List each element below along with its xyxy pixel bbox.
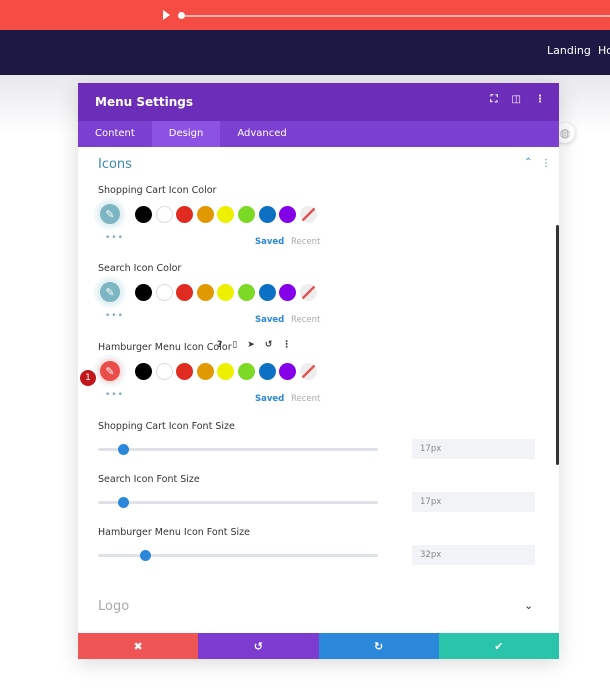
options-icon[interactable]: ⋮ [282,340,291,350]
color-swatch[interactable] [155,283,173,301]
tab-content[interactable]: Content [78,121,152,147]
recent-tab[interactable]: Recent [291,315,320,325]
expand-icon[interactable]: ⌄ [524,599,533,612]
no-color-swatch[interactable] [299,205,317,223]
slider-label: Shopping Cart Icon Font Size [98,421,235,432]
color-swatch[interactable] [279,362,297,380]
more-colors-icon[interactable]: ••• [105,233,124,243]
tab-advanced[interactable]: Advanced [220,121,303,147]
panel-header: Menu Settings ⛶ ◫ ⋮ [78,83,559,121]
progress-track[interactable] [185,15,610,17]
panel-body: Icons ⌃ ⋮ Logo ⌄ Shopping Cart Icon Colo… [78,147,559,633]
split-view-icon[interactable]: ◫ [512,94,521,105]
color-swatch[interactable] [196,205,214,223]
more-icon[interactable]: ⋮ [535,94,545,105]
slider-handle[interactable] [117,444,129,455]
saved-tab[interactable]: Saved [255,394,284,404]
nav-home[interactable]: Ho [598,44,610,57]
scrollbar[interactable] [556,225,559,465]
panel-footer: ✖ ↺ ↻ ✔ [78,633,559,659]
redo-button[interactable]: ↻ [318,633,439,659]
font-size-input[interactable]: 17px [412,492,535,512]
color-swatch[interactable] [196,283,214,301]
nav-landing[interactable]: Landing [547,44,591,57]
color-field-label: Shopping Cart Icon Color [98,185,217,196]
undo-button[interactable]: ↺ [198,633,319,659]
saved-tab[interactable]: Saved [255,237,284,247]
color-field-label: Hamburger Menu Icon Color [98,342,232,353]
color-swatch[interactable] [258,283,276,301]
section-more-icon[interactable]: ⋮ [541,158,551,169]
color-swatch[interactable] [155,205,173,223]
slider-handle[interactable] [139,550,151,561]
color-swatch[interactable] [258,205,276,223]
color-swatch[interactable] [217,283,235,301]
eyedropper-icon[interactable]: ✎ [97,201,123,227]
color-swatch[interactable] [279,283,297,301]
color-swatch[interactable] [237,283,255,301]
font-size-slider[interactable] [98,444,378,455]
color-picker-row: ✎ [97,358,320,384]
color-swatch[interactable] [279,205,297,223]
eyedropper-icon[interactable]: ✎ [97,279,123,305]
color-swatch[interactable] [176,362,194,380]
fullscreen-icon[interactable]: ⛶ [491,94,498,105]
slider-label: Hamburger Menu Icon Font Size [98,527,250,538]
color-swatch[interactable] [176,205,194,223]
no-color-swatch[interactable] [299,362,317,380]
font-size-input[interactable]: 32px [412,545,535,565]
color-swatch[interactable] [258,362,276,380]
more-colors-icon[interactable]: ••• [105,390,124,400]
tab-bar: Content Design Advanced [78,121,559,147]
color-swatch[interactable] [217,205,235,223]
step-badge: 1 [80,370,96,386]
help-icon[interactable]: ? [217,340,222,350]
font-size-slider[interactable] [98,497,378,508]
no-color-swatch[interactable] [299,283,317,301]
color-swatch[interactable] [217,362,235,380]
progress-handle[interactable] [178,12,185,19]
color-swatch[interactable] [135,362,152,380]
save-button[interactable]: ✔ [438,633,559,659]
section-icons-title[interactable]: Icons [98,157,132,172]
slider-handle[interactable] [117,497,129,508]
color-swatch[interactable] [237,362,255,380]
play-icon[interactable] [163,10,170,20]
more-colors-icon[interactable]: ••• [105,311,124,321]
panel-title: Menu Settings [95,95,193,109]
section-logo-title[interactable]: Logo [98,599,129,614]
slider-label: Search Icon Font Size [98,474,200,485]
top-bar [0,0,610,30]
collapse-icon[interactable]: ⌃ [524,157,532,168]
saved-tab[interactable]: Saved [255,315,284,325]
site-nav: Landing Ho [0,30,610,75]
color-swatch[interactable] [135,205,152,223]
eyedropper-icon[interactable]: ✎ [97,358,123,384]
menu-settings-panel: Menu Settings ⛶ ◫ ⋮ Content Design Advan… [78,83,559,659]
tab-design[interactable]: Design [151,121,221,147]
color-field-label: Search Icon Color [98,263,182,274]
color-swatch[interactable] [196,362,214,380]
color-swatch[interactable] [176,283,194,301]
color-swatch[interactable] [237,205,255,223]
hover-icon[interactable]: ➤ [247,340,255,350]
cancel-button[interactable]: ✖ [78,633,199,659]
color-picker-row: ✎ [97,201,320,227]
font-size-slider[interactable] [98,550,378,561]
color-swatch[interactable] [155,362,173,380]
color-picker-row: ✎ [97,279,320,305]
mobile-icon[interactable]: ▯ [232,340,237,350]
font-size-input[interactable]: 17px [412,439,535,459]
recent-tab[interactable]: Recent [291,394,320,404]
reset-icon[interactable]: ↺ [265,340,273,350]
color-swatch[interactable] [135,283,152,301]
recent-tab[interactable]: Recent [291,237,320,247]
